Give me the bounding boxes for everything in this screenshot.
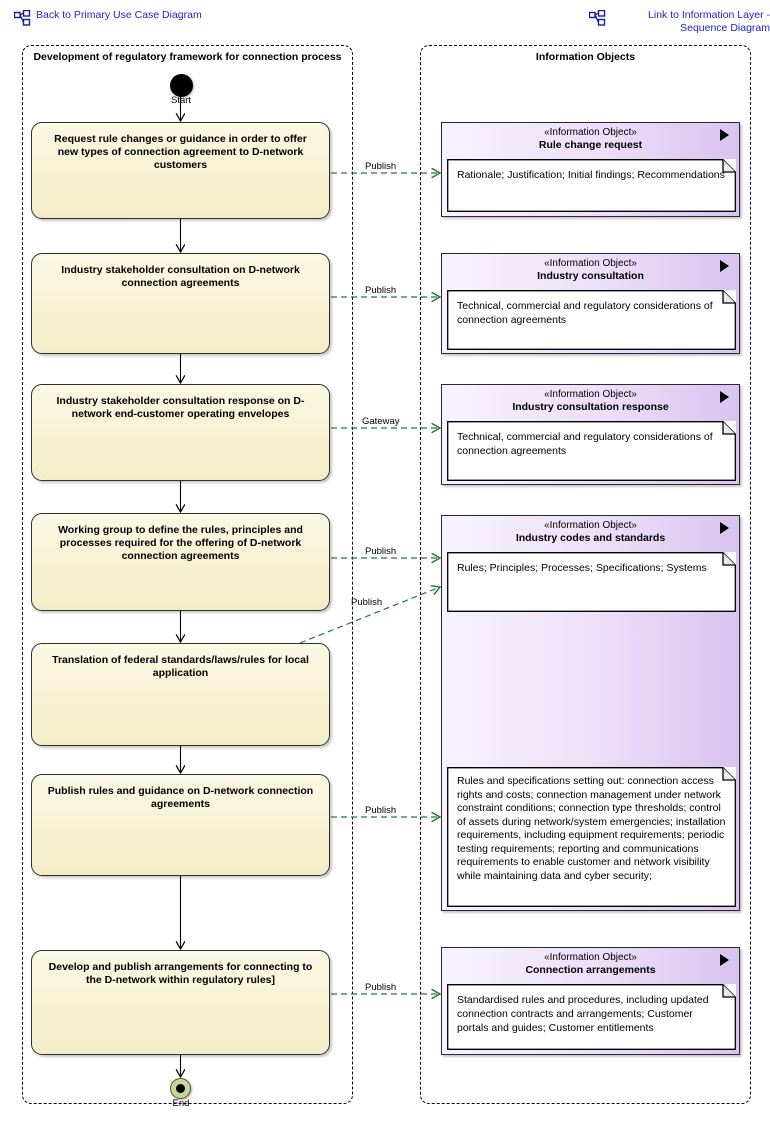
stereotype-label: «Information Object»	[544, 258, 637, 269]
information-object-header: «Information Object» Connection arrangem…	[442, 948, 739, 981]
play-triangle-icon[interactable]	[720, 954, 729, 966]
note-box-secondary: Rules and specifications setting out: co…	[447, 767, 736, 907]
note-box: Standardised rules and procedures, inclu…	[447, 984, 736, 1050]
activity-label: Industry stakeholder consultation respon…	[56, 395, 305, 420]
activity-label: Industry stakeholder consultation on D-n…	[61, 264, 300, 289]
connector-label-gateway: Gateway	[362, 416, 400, 427]
information-object-industry-codes-and-standards[interactable]: «Information Object» Industry codes and …	[441, 515, 740, 911]
information-object-header: «Information Object» Industry consultati…	[442, 254, 739, 287]
activity-working-group[interactable]: Working group to define the rules, princ…	[31, 513, 330, 611]
back-to-primary-use-case-link[interactable]: Back to Primary Use Case Diagram	[13, 9, 202, 26]
note-box: Rules; Principles; Processes; Specificat…	[447, 552, 736, 612]
play-triangle-icon[interactable]	[720, 129, 729, 141]
note-text: Rules; Principles; Processes; Specificat…	[457, 562, 707, 574]
information-object-header: «Information Object» Industry consultati…	[442, 385, 739, 418]
activity-label: Translation of federal standards/laws/ru…	[52, 654, 309, 679]
activity-publish-rules-and-guidance[interactable]: Publish rules and guidance on D-network …	[31, 774, 330, 876]
play-triangle-icon[interactable]	[720, 391, 729, 403]
stereotype-label: «Information Object»	[544, 952, 637, 963]
connector-label-publish-4: Publish	[351, 597, 383, 608]
note-text: Standardised rules and procedures, inclu…	[457, 994, 709, 1034]
information-object-header: «Information Object» Industry codes and …	[442, 516, 739, 549]
start-node[interactable]	[170, 74, 193, 97]
information-object-name: Industry consultation	[537, 270, 644, 282]
connector-label-publish-2: Publish	[365, 285, 397, 296]
note-box: Technical, commercial and regulatory con…	[447, 290, 736, 350]
swimlane-right-title: Information Objects	[535, 51, 636, 63]
swimlane-left-title: Development of regulatory framework for …	[33, 51, 342, 63]
start-node-label: Start	[170, 95, 192, 106]
stereotype-label: «Information Object»	[544, 389, 637, 400]
note-text: Rationale; Justification; Initial findin…	[457, 169, 725, 181]
stereotype-label: «Information Object»	[544, 127, 637, 138]
activity-translation-of-federal-standards[interactable]: Translation of federal standards/laws/ru…	[31, 643, 330, 746]
stereotype-label: «Information Object»	[544, 520, 637, 531]
link-to-information-layer-link[interactable]: Link to Information Layer - Sequence Dia…	[588, 9, 770, 35]
information-object-industry-consultation[interactable]: «Information Object» Industry consultati…	[441, 253, 740, 354]
connector-label-publish-1: Publish	[365, 161, 397, 172]
activity-develop-and-publish-arrangements[interactable]: Develop and publish arrangements for con…	[31, 950, 330, 1055]
information-object-name: Rule change request	[538, 139, 643, 151]
activity-consultation-response[interactable]: Industry stakeholder consultation respon…	[31, 384, 330, 481]
link-to-information-layer-label: Link to Information Layer - Sequence Dia…	[648, 9, 770, 34]
note-box: Technical, commercial and regulatory con…	[447, 421, 736, 481]
information-object-name: Industry codes and standards	[515, 532, 666, 544]
play-triangle-icon[interactable]	[720, 260, 729, 272]
note-text: Technical, commercial and regulatory con…	[457, 431, 713, 457]
end-node-label: End	[172, 1098, 190, 1109]
end-node[interactable]	[170, 1078, 191, 1099]
hierarchy-diagram-icon	[13, 9, 31, 26]
note-box: Rationale; Justification; Initial findin…	[447, 159, 736, 212]
information-object-connection-arrangements[interactable]: «Information Object» Connection arrangem…	[441, 947, 740, 1055]
activity-label: Publish rules and guidance on D-network …	[47, 785, 314, 810]
information-object-industry-consultation-response[interactable]: «Information Object» Industry consultati…	[441, 384, 740, 485]
information-object-header: «Information Object» Rule change request	[442, 123, 739, 156]
connector-label-publish-5: Publish	[365, 805, 397, 816]
activity-label: Request rule changes or guidance in orde…	[54, 133, 307, 171]
note-text: Technical, commercial and regulatory con…	[457, 300, 713, 326]
activity-label: Develop and publish arrangements for con…	[48, 961, 313, 986]
activity-request-rule-changes[interactable]: Request rule changes or guidance in orde…	[31, 122, 330, 219]
information-object-name: Industry consultation response	[512, 401, 669, 413]
activity-industry-stakeholder-consultation[interactable]: Industry stakeholder consultation on D-n…	[31, 253, 330, 354]
connector-label-publish-3: Publish	[365, 546, 397, 557]
hierarchy-diagram-icon	[588, 9, 606, 26]
activity-label: Working group to define the rules, princ…	[58, 524, 303, 562]
back-to-primary-use-case-label: Back to Primary Use Case Diagram	[36, 9, 202, 21]
information-object-rule-change-request[interactable]: «Information Object» Rule change request…	[441, 122, 740, 217]
connector-label-publish-6: Publish	[365, 982, 397, 993]
play-triangle-icon[interactable]	[720, 522, 729, 534]
note-text: Rules and specifications setting out: co…	[457, 775, 726, 882]
information-object-name: Connection arrangements	[525, 964, 656, 976]
